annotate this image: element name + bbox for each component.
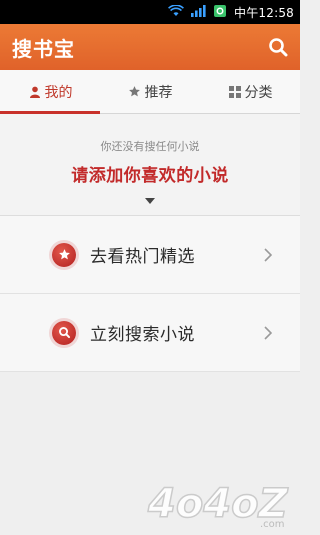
row-label: 去看热门精选 — [90, 247, 195, 267]
tab-label: 分类 — [244, 84, 273, 101]
tab-mine[interactable]: 我的 — [0, 70, 100, 114]
empty-state: 你还没有搜任何小说 请添加你喜欢的小说 — [0, 114, 300, 216]
add-novel-prompt[interactable]: 请添加你喜欢的小说 — [0, 161, 300, 186]
tab-label: 我的 — [44, 84, 73, 101]
empty-hint: 你还没有搜任何小说 — [100, 140, 200, 153]
search-novels-row[interactable]: 立刻搜索小说 — [0, 294, 300, 372]
watermark-logo: 4o4oZ .com — [144, 473, 294, 531]
tab-label: 推荐 — [144, 84, 173, 101]
tab-category[interactable]: 分类 — [200, 70, 300, 113]
star-badge-icon — [52, 242, 76, 267]
tab-recommend[interactable]: 推荐 — [100, 70, 200, 113]
search-button[interactable] — [266, 35, 290, 59]
tab-bar: 我的 推荐 分类 — [0, 70, 300, 114]
hot-picks-row[interactable]: 去看热门精选 — [0, 216, 300, 294]
app-bar: 搜书宝 — [0, 24, 300, 70]
row-label: 立刻搜索小说 — [90, 325, 195, 345]
star-icon — [128, 85, 142, 99]
chevron-right-icon — [262, 325, 274, 340]
wifi-icon — [168, 3, 184, 20]
search-icon — [269, 38, 288, 57]
svg-text:.com: .com — [260, 519, 285, 530]
search-badge-icon — [52, 320, 76, 345]
status-time: 中午12:58 — [234, 5, 294, 20]
app-title: 搜书宝 — [12, 36, 75, 61]
grid-icon — [228, 85, 242, 99]
signal-icon — [191, 4, 206, 20]
status-bar: 中午12:58 — [0, 0, 300, 24]
chevron-right-icon — [262, 247, 274, 262]
battery-icon — [213, 4, 227, 21]
caret-down-icon — [145, 198, 155, 204]
person-icon — [28, 85, 42, 99]
